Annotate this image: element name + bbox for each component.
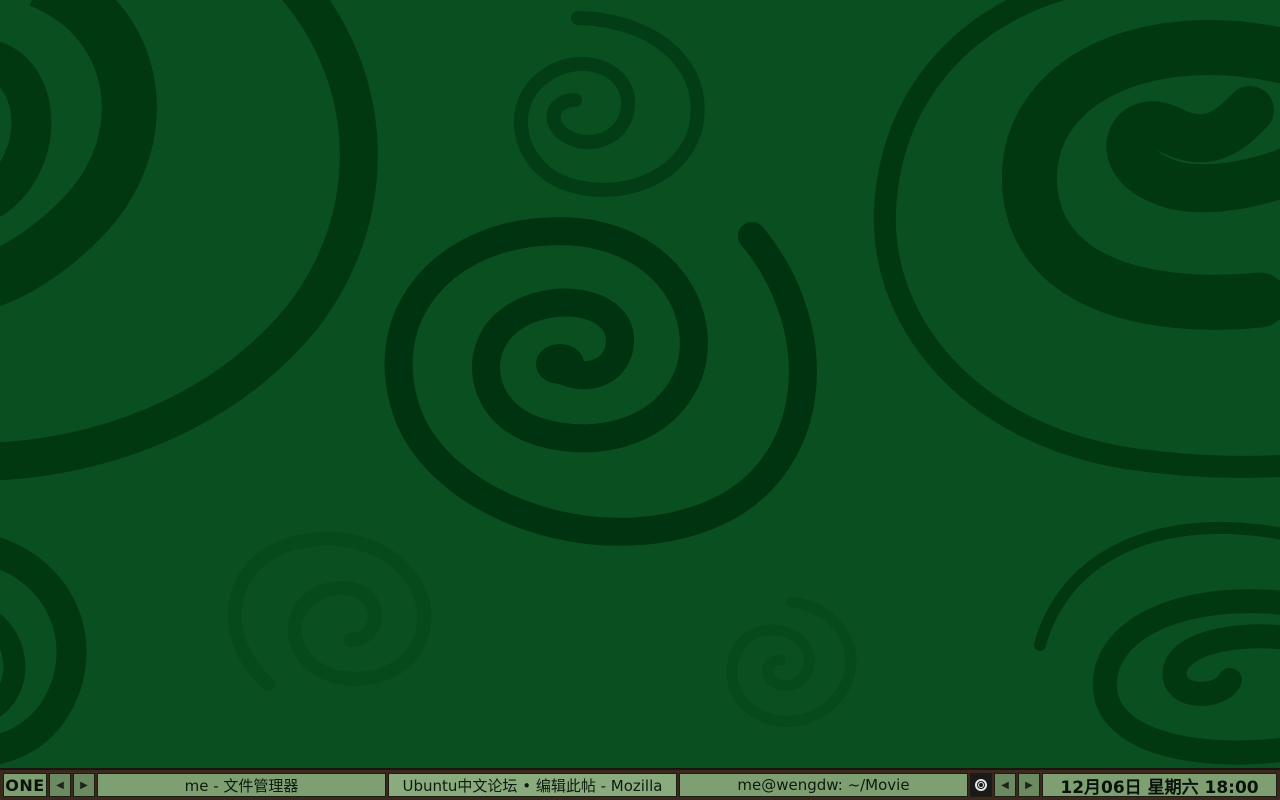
left-triangle-icon: ◀ xyxy=(56,779,64,791)
prev-window-button[interactable]: ◀ xyxy=(994,773,1016,797)
circle-app-icon xyxy=(975,779,987,791)
taskbar-item-title: Ubuntu中文论坛 • 编辑此帖 - Mozilla xyxy=(402,776,663,795)
next-workspace-button[interactable]: ▶ xyxy=(73,773,95,797)
clock: 12月06日 星期六 18:00 xyxy=(1042,773,1277,797)
workspace-label[interactable]: ONE xyxy=(3,773,47,797)
next-window-button[interactable]: ▶ xyxy=(1018,773,1040,797)
left-triangle-icon: ◀ xyxy=(1001,779,1009,791)
taskbar-item-terminal[interactable]: me@wengdw: ~/Movie xyxy=(679,773,968,797)
wallpaper-background xyxy=(0,0,1280,768)
right-triangle-icon: ▶ xyxy=(1025,779,1033,791)
taskbar-item-title: me@wengdw: ~/Movie xyxy=(737,776,910,794)
prev-workspace-button[interactable]: ◀ xyxy=(49,773,71,797)
taskbar-item-file-manager[interactable]: me - 文件管理器 xyxy=(97,773,386,797)
taskbar-item-browser[interactable]: Ubuntu中文论坛 • 编辑此帖 - Mozilla xyxy=(388,773,677,797)
desktop-wallpaper xyxy=(0,0,1280,768)
toolbar: ONE ◀ ▶ me - 文件管理器 Ubuntu中文论坛 • 编辑此帖 - M… xyxy=(0,768,1280,800)
taskbar-item-title: me - 文件管理器 xyxy=(184,776,299,795)
right-triangle-icon: ▶ xyxy=(80,779,88,791)
system-tray-app[interactable] xyxy=(970,773,992,797)
